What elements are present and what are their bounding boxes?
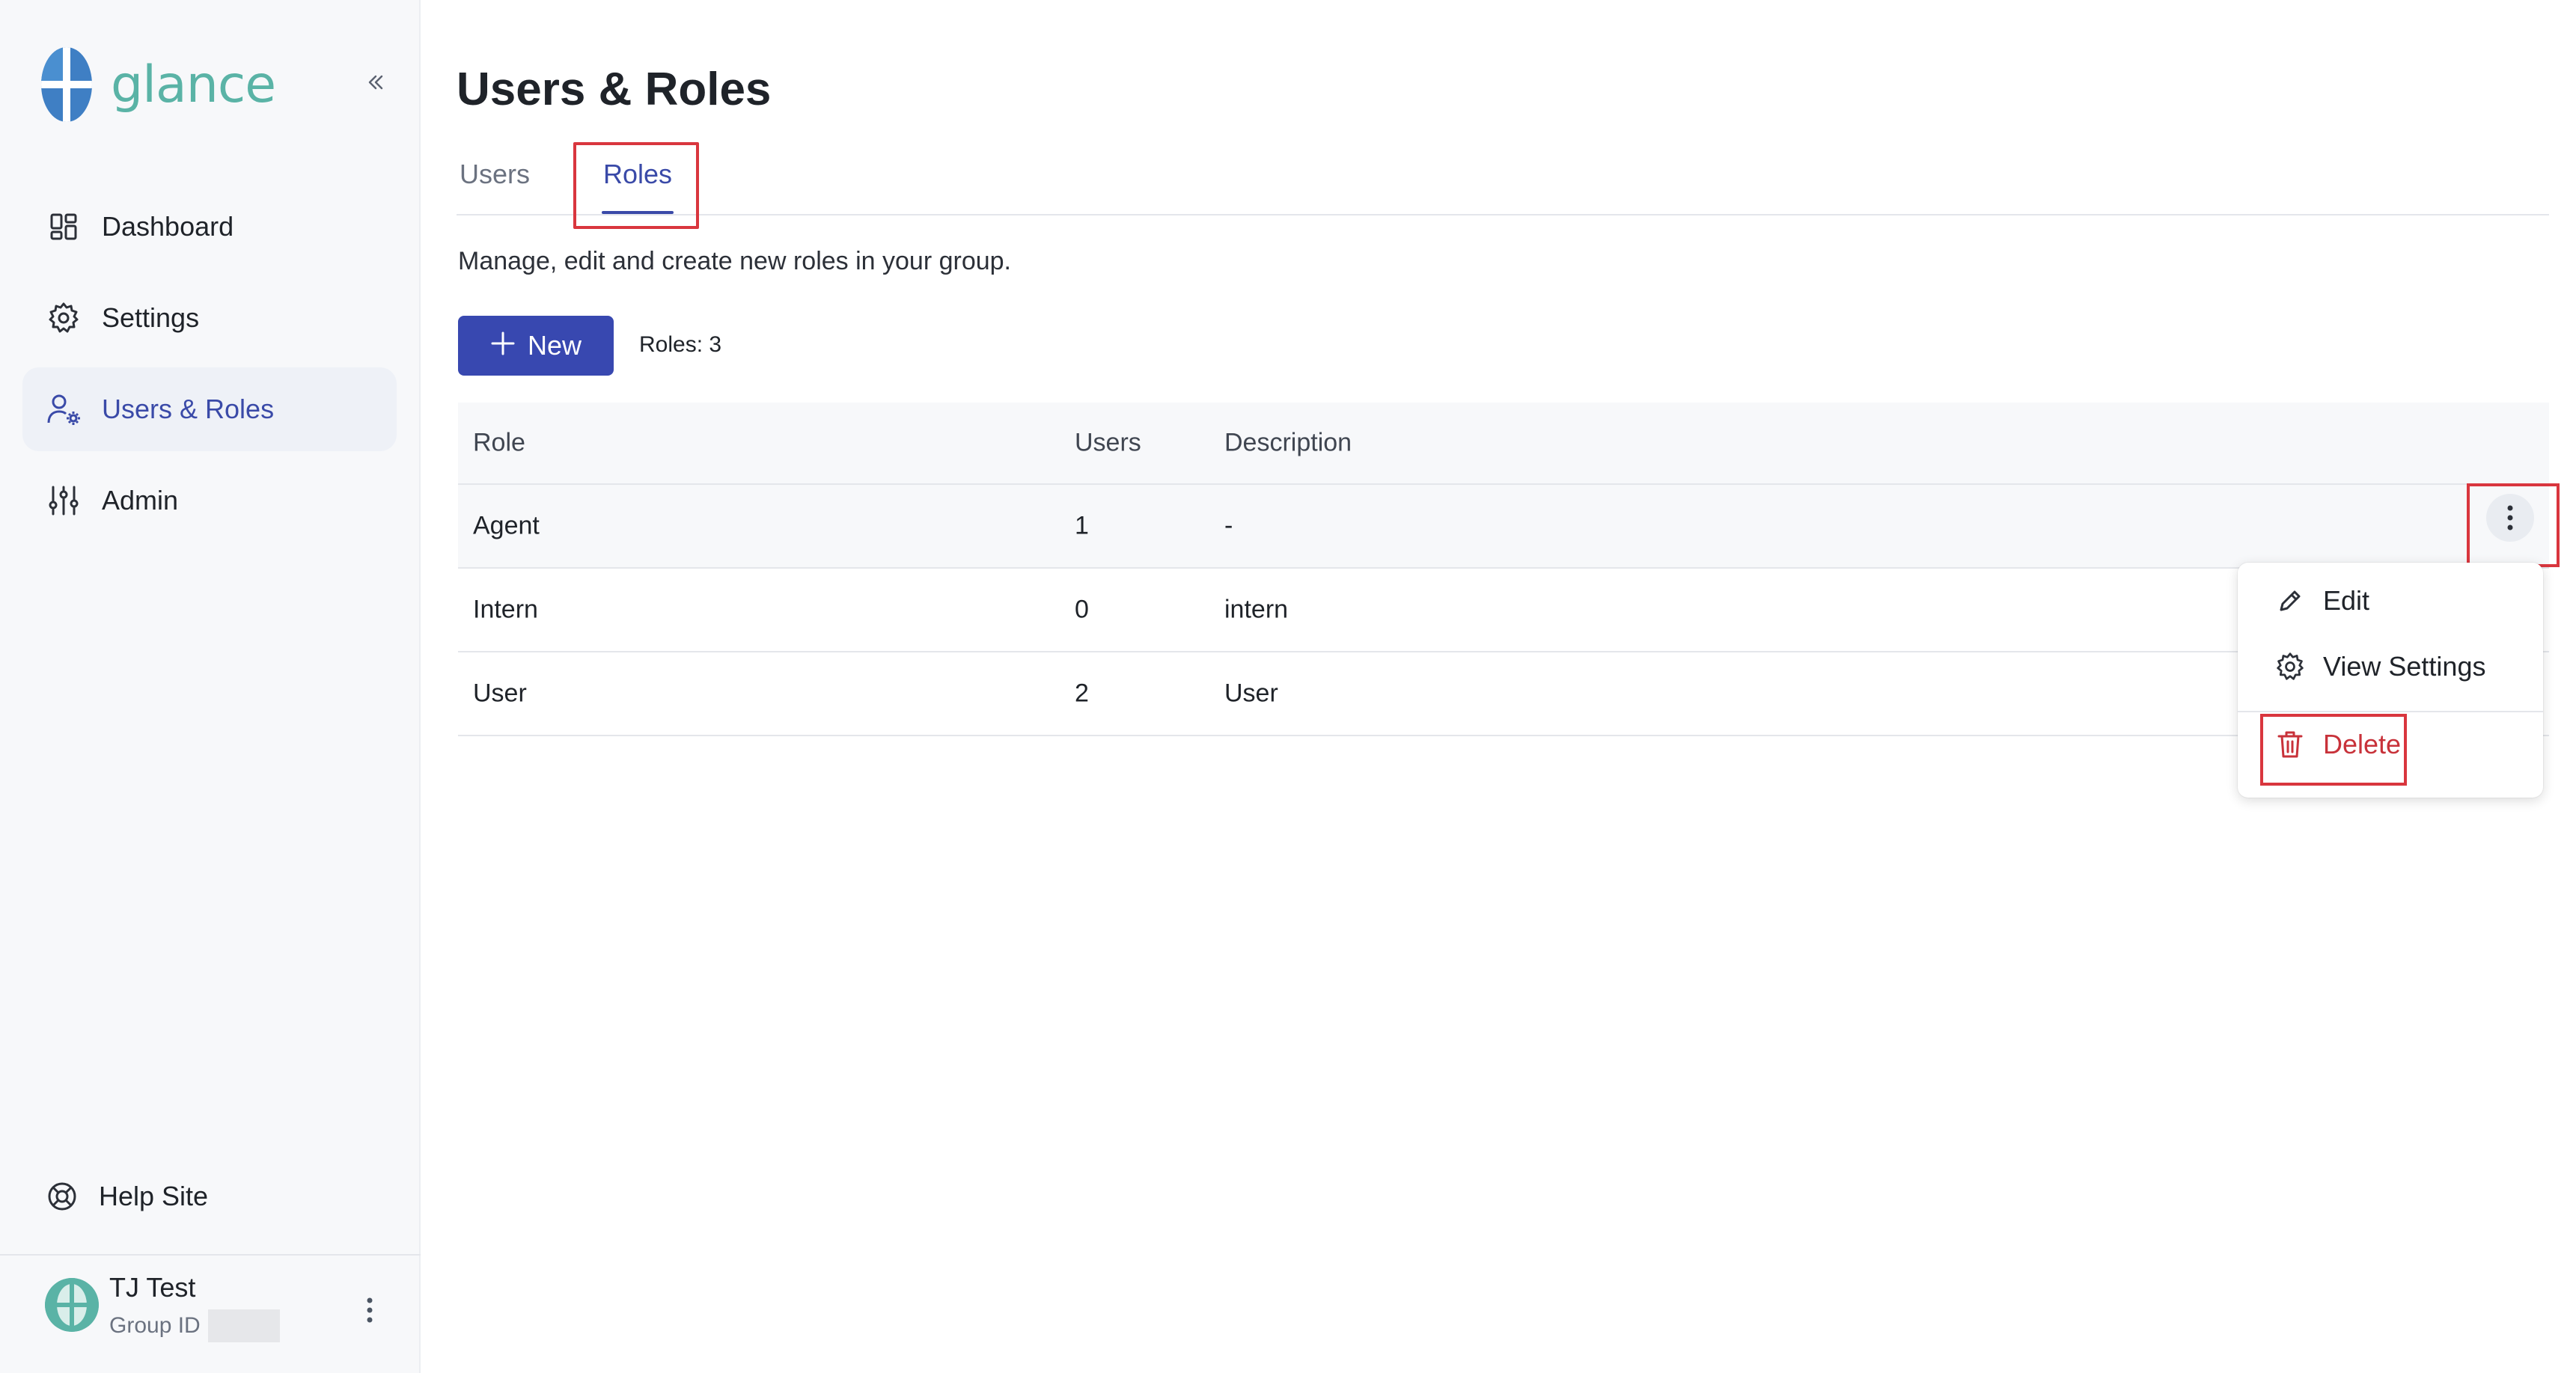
sidebar-item-admin[interactable]: Admin [22,459,397,542]
roles-count: Roles: 3 [639,332,722,357]
tab-roles-highlight [573,142,699,229]
group-id-redacted [207,1309,280,1342]
gear-icon [46,301,81,335]
role-description: intern [1224,595,1289,624]
role-user-count: 1 [1075,511,1089,540]
sidebar-item-label: Dashboard [102,211,234,242]
avatar[interactable] [45,1278,99,1332]
role-description: - [1224,511,1233,540]
profile-group-id: Group ID [109,1309,280,1342]
menu-item-label: Edit [2323,585,2370,616]
user-profile: TJ Test Group ID [0,1254,421,1373]
role-name: Agent [473,511,540,540]
sidebar-item-settings[interactable]: Settings [22,276,397,360]
sidebar-item-label: Settings [102,302,200,333]
users-gear-icon [46,392,81,426]
roles-table: Role Users Description Agent 1 - Intern … [458,403,2549,736]
group-id-label: Group ID [109,1313,201,1338]
sidebar-item-label: Admin [102,485,179,516]
role-name: User [473,679,527,708]
logo[interactable]: glance [40,46,276,123]
tab-users[interactable]: Users [460,159,530,190]
menu-divider [2238,711,2543,712]
column-header-description[interactable]: Description [1224,429,1352,458]
sidebar-item-users-roles[interactable]: Users & Roles [22,367,397,451]
sidebar: glance Dashboard Settings Users & Roles … [0,0,421,1373]
sidebar-nav: Dashboard Settings Users & Roles Admin [22,185,397,550]
role-name: Intern [473,595,538,624]
menu-item-edit[interactable]: Edit [2275,585,2369,617]
column-header-users[interactable]: Users [1075,429,1141,458]
delete-highlight [2260,714,2407,786]
table-row[interactable]: Intern 0 intern [458,569,2549,652]
help-site-label: Help Site [99,1181,209,1211]
table-header: Role Users Description [458,403,2549,485]
menu-item-view-settings[interactable]: View Settings [2275,651,2485,682]
lifebuoy-icon [46,1181,78,1212]
menu-item-label: View Settings [2323,651,2486,682]
sidebar-item-label: Users & Roles [102,394,275,424]
pencil-icon [2275,586,2305,616]
profile-name: TJ Test [109,1272,196,1303]
more-vertical-icon [367,1297,373,1323]
role-user-count: 0 [1075,595,1089,624]
column-header-role[interactable]: Role [473,429,525,458]
tab-bar: Users Roles [457,142,2549,229]
role-user-count: 2 [1075,679,1089,708]
profile-menu-button[interactable] [355,1291,385,1329]
new-role-button[interactable]: New [458,316,614,376]
logo-text: glance [111,55,276,114]
plus-icon [490,325,516,362]
new-button-label: New [527,330,582,361]
page-description: Manage, edit and create new roles in you… [458,247,1012,275]
double-chevron-left-icon [368,75,383,90]
collapse-sidebar-button[interactable] [359,66,392,99]
gear-icon [2275,652,2305,682]
main-content: Users & Roles Users Roles Manage, edit a… [457,0,2560,1373]
page-title: Users & Roles [457,64,772,115]
table-row[interactable]: User 2 User [458,652,2549,736]
role-description: User [1224,679,1278,708]
dashboard-icon [46,210,81,244]
sidebar-item-dashboard[interactable]: Dashboard [22,185,397,269]
sliders-icon [46,483,81,518]
row-actions-highlight [2467,483,2560,567]
table-row[interactable]: Agent 1 - [458,485,2549,569]
help-site-link[interactable]: Help Site [46,1181,208,1212]
glance-logo-icon [41,47,92,122]
